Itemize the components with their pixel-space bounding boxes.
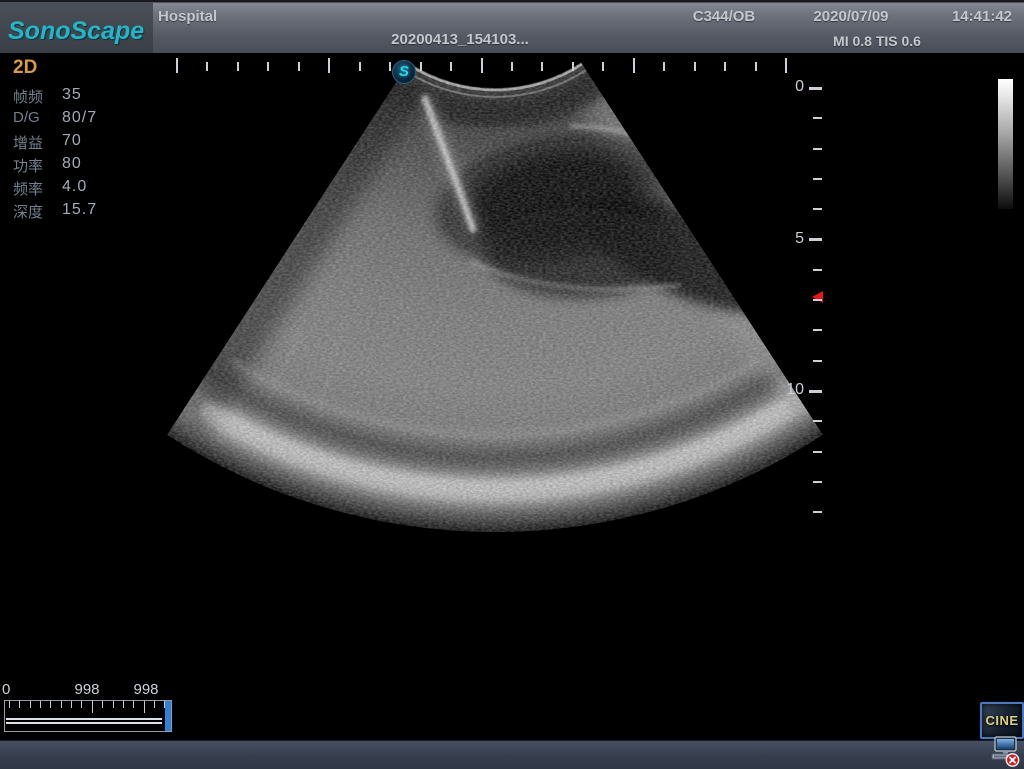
cine-track-line	[6, 722, 162, 724]
width-ruler-tick	[267, 62, 269, 71]
width-ruler-tick	[298, 62, 300, 71]
mode-label: 2D	[13, 57, 37, 79]
cine-tick	[102, 701, 103, 708]
cine-tick	[133, 701, 134, 708]
param-value: 35	[62, 86, 82, 104]
depth-label: 0	[776, 78, 804, 96]
width-ruler-tick	[755, 62, 757, 71]
param-row: 帧频 35	[13, 86, 163, 106]
mi-tis-readout: MI 0.8 TIS 0.6	[808, 33, 946, 49]
cine-tick	[154, 701, 155, 708]
cine-tick	[144, 701, 145, 713]
width-ruler-tick	[481, 58, 483, 73]
cine-tick	[92, 701, 93, 713]
width-ruler-tick	[450, 62, 452, 71]
focus-position-marker-icon[interactable]	[812, 291, 823, 303]
param-value: 4.0	[62, 178, 87, 196]
cine-tick	[9, 701, 10, 708]
param-label: 功率	[13, 155, 43, 176]
param-label: 帧频	[13, 86, 43, 107]
file-name: 20200413_154103...	[340, 31, 580, 48]
cine-tick	[61, 701, 62, 708]
depth-label: 5	[776, 230, 804, 248]
depth-ruler-tick	[813, 208, 822, 210]
param-row: 功率 80	[13, 155, 163, 175]
width-ruler-tick	[694, 62, 696, 71]
depth-ruler-tick	[809, 390, 822, 393]
cine-total-number: 998	[123, 681, 169, 698]
top-bar: SonoScape Hospital C344/OB 2020/07/09 14…	[0, 0, 1024, 53]
depth-ruler-tick	[813, 420, 822, 422]
depth-ruler-tick	[813, 178, 822, 180]
width-ruler-tick	[541, 62, 543, 71]
cine-start-number: 0	[2, 681, 10, 698]
param-value: 70	[62, 132, 82, 150]
cine-tick	[50, 701, 51, 708]
param-value: 80	[62, 155, 82, 173]
depth-ruler-tick	[813, 511, 822, 513]
depth-ruler-tick	[813, 269, 822, 271]
cine-current-number: 998	[64, 681, 110, 698]
brand-logo: SonoScape	[8, 17, 144, 46]
exam-time: 14:41:42	[942, 8, 1022, 25]
param-label: 增益	[13, 132, 43, 153]
width-ruler-tick	[724, 62, 726, 71]
depth-ruler-tick	[813, 117, 822, 119]
cine-scrollbar-ticks	[4, 700, 171, 731]
probe-preset: C344/OB	[678, 8, 770, 25]
depth-ruler-tick	[813, 329, 822, 331]
cine-tick	[40, 701, 41, 708]
param-row: 频率 4.0	[13, 178, 163, 198]
width-ruler-tick	[511, 62, 513, 71]
depth-ruler-tick	[813, 481, 822, 483]
bottom-bar	[0, 740, 1024, 769]
width-ruler-tick	[389, 62, 391, 71]
cine-tick	[113, 701, 114, 708]
param-row: 增益 70	[13, 132, 163, 152]
param-value: 15.7	[62, 201, 97, 219]
cine-tick	[71, 701, 72, 708]
ultrasound-app-screen: { "header": { "brand": "SonoScape", "hos…	[0, 0, 1024, 768]
logo-panel: SonoScape	[0, 2, 153, 53]
depth-ruler-tick	[813, 148, 822, 150]
width-ruler-tick	[206, 62, 208, 71]
network-disconnected-icon[interactable]	[986, 736, 1020, 767]
param-label: 频率	[13, 178, 43, 199]
hospital-name: Hospital	[158, 8, 217, 25]
param-row: 深度 15.7	[13, 201, 163, 221]
param-label: D/G	[13, 109, 40, 126]
width-ruler-tick	[420, 62, 422, 71]
depth-ruler-tick	[809, 87, 822, 90]
depth-ruler-tick	[809, 238, 822, 241]
width-ruler-tick	[633, 58, 635, 73]
cine-position-thumb[interactable]	[165, 701, 171, 731]
cine-tick	[81, 701, 82, 708]
exam-date: 2020/07/09	[798, 8, 904, 25]
param-value: 80/7	[62, 109, 97, 127]
cine-button[interactable]: CINE	[980, 702, 1024, 739]
cine-tick	[123, 701, 124, 708]
width-ruler-tick	[602, 62, 604, 71]
width-ruler-tick	[328, 58, 330, 73]
param-label: 深度	[13, 201, 43, 222]
depth-ruler-tick	[813, 299, 822, 301]
param-row: D/G 80/7	[13, 109, 163, 129]
width-ruler-tick	[237, 62, 239, 71]
depth-label: 10	[776, 381, 804, 399]
width-ruler-tick	[785, 58, 787, 73]
width-ruler-tick	[663, 62, 665, 71]
grayscale-map-bar	[998, 79, 1013, 209]
cine-tick	[30, 701, 31, 708]
cine-track-line	[6, 718, 162, 720]
width-ruler-tick	[176, 58, 178, 73]
depth-ruler-tick	[813, 451, 822, 453]
cine-tick	[19, 701, 20, 708]
width-ruler-tick	[572, 62, 574, 71]
width-ruler-tick	[359, 62, 361, 71]
probe-orientation-marker-icon: S	[392, 60, 416, 84]
depth-ruler-tick	[813, 360, 822, 362]
